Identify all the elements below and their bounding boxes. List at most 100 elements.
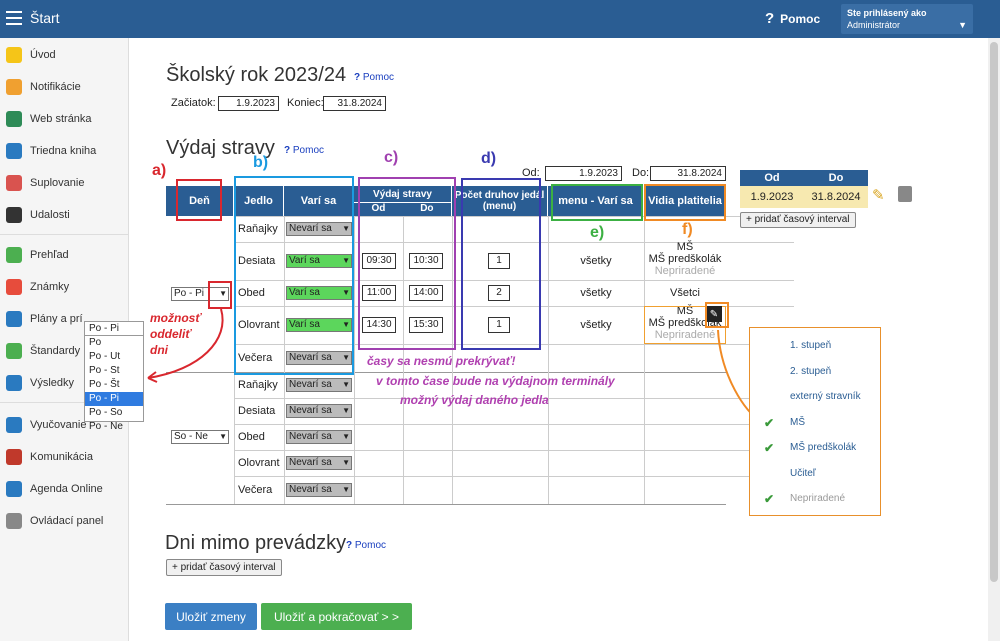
annotation-box-a <box>176 179 222 221</box>
sidebar-item-label: Web stránka <box>30 113 92 125</box>
trash-icon[interactable] <box>898 186 912 202</box>
sidebar-item-3[interactable]: Triedna kniha <box>0 138 129 164</box>
meals-help[interactable]: ? Pomoc <box>284 145 324 156</box>
question-icon: ? <box>765 10 775 27</box>
sidebar-item-6[interactable]: Prehľad <box>0 242 129 268</box>
day-select-group2[interactable]: So - Ne ▼ <box>171 430 229 444</box>
dropdown-option[interactable]: Po - Ut <box>85 350 143 364</box>
sidebar-icon <box>6 207 22 223</box>
sidebar-item-14[interactable]: Ovládací panel <box>0 508 129 534</box>
do-date-field[interactable]: 31.8.2024 <box>650 166 726 181</box>
cooking-select[interactable]: Nevarí sa ▼ <box>286 456 352 470</box>
od-date-field[interactable]: 1.9.2023 <box>545 166 622 181</box>
menu-vari: všetky <box>580 255 612 267</box>
menu-vari: všetky <box>580 319 612 331</box>
cooking-select[interactable]: Nevarí sa ▼ <box>286 483 352 497</box>
cooking-select[interactable]: Nevarí sa ▼ <box>286 430 352 444</box>
help-link[interactable]: ? Pomoc <box>765 10 820 27</box>
sidebar-item-2[interactable]: Web stránka <box>0 106 129 132</box>
check-icon: ✔ <box>764 441 775 455</box>
sidebar-item-label: Agenda Online <box>30 483 103 495</box>
overlap-note: časy sa nesmú prekrývať! <box>367 354 516 368</box>
annotation-box-b <box>234 176 354 375</box>
dropdown-option[interactable]: Po - Pi <box>85 392 143 406</box>
range-add-button[interactable]: + pridať časový interval <box>740 212 856 228</box>
annotation-box-c <box>358 177 456 350</box>
sidebar-item-13[interactable]: Agenda Online <box>0 476 129 502</box>
dropdown-option[interactable]: Po - St <box>85 364 143 378</box>
end-label: Koniec: <box>287 97 324 109</box>
dropdown-option[interactable]: Po <box>85 336 143 350</box>
col-line <box>354 216 355 504</box>
payer-option[interactable]: externý stravník <box>790 391 861 402</box>
sidebar-item-label: Prehľad <box>30 249 69 261</box>
payer-option[interactable]: Nepriradené <box>790 493 845 504</box>
menu-vari: všetky <box>580 287 612 299</box>
user-menu[interactable]: Ste prihlásený ako Administrátor ▼ <box>841 4 973 34</box>
do-label: Do: <box>632 167 650 179</box>
save-continue-button[interactable]: Uložiť a pokračovať > > <box>261 603 412 630</box>
closed-days-add-button[interactable]: + pridať časový interval <box>166 559 282 576</box>
payer-option[interactable]: 2. stupeň <box>790 366 831 377</box>
closed-days-help[interactable]: ? Pomoc <box>346 540 386 551</box>
chevron-down-icon: ▼ <box>958 20 967 30</box>
annotation-b: b) <box>253 154 269 171</box>
sidebar-item-label: Notifikácie <box>30 81 81 93</box>
annotation-e: e) <box>590 224 605 241</box>
payer-option[interactable]: MŠ predškolák <box>790 442 856 453</box>
scrollbar[interactable] <box>988 38 1000 641</box>
payer-option[interactable]: MŠ <box>790 417 805 428</box>
start-link[interactable]: Štart <box>30 10 60 26</box>
dropdown-option[interactable]: Po - Ne <box>85 420 143 434</box>
sidebar-item-4[interactable]: Suplovanie <box>0 170 129 196</box>
meal-name: Raňajky <box>238 379 278 391</box>
school-year-help[interactable]: ? Pomoc <box>354 72 394 83</box>
meal-name: Desiata <box>238 405 276 417</box>
dropdown-selected[interactable]: Po - Pi <box>85 322 143 336</box>
payers-2: MŠ predškolák <box>648 253 722 265</box>
menu-icon[interactable] <box>6 11 22 25</box>
sidebar-item-label: Triedna kniha <box>30 145 97 157</box>
annotation-c: c) <box>384 149 399 166</box>
dropdown-option[interactable]: Po - So <box>85 406 143 420</box>
sidebar-item-5[interactable]: Udalosti <box>0 202 129 228</box>
sidebar-icon <box>6 513 22 529</box>
pencil-icon[interactable]: ✎ <box>872 186 885 204</box>
sidebar-item-label: Komunikácia <box>30 451 93 463</box>
payers-3: Nepriradené <box>654 265 716 277</box>
scrollbar-thumb[interactable] <box>990 42 998 582</box>
school-year-title: Školský rok 2023/24 <box>166 64 347 86</box>
day-dropdown-list[interactable]: Po - Pi Po Po - Ut Po - St Po - Št Po - Pi Po … <box>84 321 144 432</box>
payer-option[interactable]: Učiteľ <box>790 468 816 479</box>
payer-option[interactable]: 1. stupeň <box>790 340 831 351</box>
annotation-box-pencil <box>705 302 729 328</box>
sidebar-item-1[interactable]: Notifikácie <box>0 74 129 100</box>
annotation-box-dropdown <box>208 281 232 309</box>
cooking-select[interactable]: Nevarí sa ▼ <box>286 378 352 392</box>
sidebar-icon <box>6 417 22 433</box>
sidebar-item-7[interactable]: Známky <box>0 274 129 300</box>
split-note-3: dni <box>150 343 168 357</box>
chevron-down-icon: ▼ <box>342 432 350 441</box>
split-note-2: oddeliť <box>150 327 192 341</box>
meal-name: Obed <box>238 431 265 443</box>
sidebar-item-12[interactable]: Komunikácia <box>0 444 129 470</box>
arrow-red-head <box>147 371 158 383</box>
range-od[interactable]: 1.9.2023 <box>740 186 804 208</box>
sidebar-item-label: Štandardy <box>30 345 81 357</box>
sidebar-icon <box>6 111 22 127</box>
range-do[interactable]: 31.8.2024 <box>804 186 868 208</box>
sidebar-item-0[interactable]: Úvod <box>0 42 129 68</box>
save-button[interactable]: Uložiť zmeny <box>165 603 257 630</box>
sidebar-divider <box>0 234 129 235</box>
row-line <box>234 424 794 425</box>
row-line <box>234 450 794 451</box>
cooking-select[interactable]: Nevarí sa ▼ <box>286 404 352 418</box>
end-date-field[interactable]: 31.8.2024 <box>323 96 386 111</box>
annotation-a: a) <box>152 162 167 179</box>
sidebar-icon <box>6 279 22 295</box>
annotation-f: f) <box>682 221 693 238</box>
dropdown-option[interactable]: Po - Št <box>85 378 143 392</box>
sidebar-icon <box>6 311 22 327</box>
start-date-field[interactable]: 1.9.2023 <box>218 96 279 111</box>
